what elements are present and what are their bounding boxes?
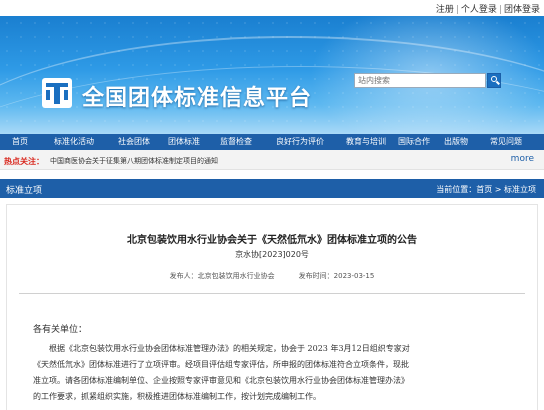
publisher: 北京包装饮用水行业协会 xyxy=(197,272,275,280)
nav-item-social-groups[interactable]: 社会团体 xyxy=(118,136,150,147)
breadcrumb-home[interactable]: 首页 xyxy=(476,185,492,194)
article-meta: 发布人：北京包装饮用水行业协会 发布时间：2023-03-15 xyxy=(7,271,537,281)
article-title: 北京包装饮用水行业协会关于《天然低氘水》团体标准立项的公告 xyxy=(127,235,417,246)
document-number: 京水协[2023]020号 xyxy=(235,250,309,259)
breadcrumb-current[interactable]: 标准立项 xyxy=(504,185,536,194)
nav-item-supervision[interactable]: 监督检查 xyxy=(220,136,252,147)
hot-label: 热点关注： xyxy=(4,157,44,166)
body-line: 的工作要求，抓紧组织实施，积极推进团体标准编制工作，按计划完成编制工作。 xyxy=(33,392,321,401)
more-link[interactable]: more xyxy=(511,154,534,164)
register-link[interactable]: 注册 xyxy=(436,5,454,15)
salutation: 各有关单位： xyxy=(33,325,88,335)
breadcrumb-label: 当前位置： xyxy=(436,185,477,194)
body-line: 准立项。请各团体标准编制单位、企业按照专家评审意见和《北京包装饮用水行业协会团体… xyxy=(33,376,409,385)
separator: | xyxy=(455,5,459,15)
nav-item-good-behavior[interactable]: 良好行为评价 xyxy=(276,136,324,147)
section-header: 标准立项 当前位置：首页 > 标准立项 xyxy=(0,179,544,198)
personal-login-link[interactable]: 个人登录 xyxy=(461,5,497,15)
nav-item-standardization[interactable]: 标准化活动 xyxy=(54,136,94,147)
breadcrumb-separator: > xyxy=(492,185,504,194)
nav-item-faq[interactable]: 常见问题 xyxy=(490,136,522,147)
main-nav: 首页 标准化活动 社会团体 团体标准 监督检查 良好行为评价 教育与培训 国际合… xyxy=(0,134,544,150)
section-title: 标准立项 xyxy=(6,186,43,196)
divider xyxy=(19,293,525,294)
publish-date: 2023-03-15 xyxy=(333,272,375,280)
publisher-label: 发布人： xyxy=(169,272,198,280)
article-panel: 北京包装饮用水行业协会关于《天然低氘水》团体标准立项的公告 京水协[2023]0… xyxy=(6,204,538,410)
body-line: 《天然低氘水》团体标准进行了立项评审。经项目评估组专家评估，所申报的团体标准符合… xyxy=(33,360,409,369)
separator: | xyxy=(498,5,502,15)
breadcrumb: 当前位置：首页 > 标准立项 xyxy=(436,184,536,195)
top-bar: 注册 | 个人登录 | 团体登录 xyxy=(0,0,544,16)
nav-item-group-standards[interactable]: 团体标准 xyxy=(168,136,200,147)
top-links: 注册 | 个人登录 | 团体登录 xyxy=(436,2,540,15)
site-title[interactable]: 全国团体标准信息平台 xyxy=(82,80,312,112)
hot-topics-bar: 热点关注： 中国商医协会关于征集第八期团体标准制定项目的通知 more xyxy=(0,150,544,170)
group-login-link[interactable]: 团体登录 xyxy=(504,5,540,15)
article-body: 各有关单位： 根据《北京包装饮用水行业协会团体标准管理办法》的相关规定，协会于 … xyxy=(33,322,533,405)
nav-item-publications[interactable]: 出版物 xyxy=(444,136,468,147)
date-label: 发布时间： xyxy=(298,272,334,280)
nav-item-home[interactable]: 首页 xyxy=(12,136,28,147)
search-button[interactable] xyxy=(487,73,501,88)
nav-item-education[interactable]: 教育与培训 xyxy=(346,136,386,147)
body-line: 根据《北京包装饮用水行业协会团体标准管理办法》的相关规定，协会于 2023 年3… xyxy=(49,344,410,353)
search-input[interactable] xyxy=(354,73,486,88)
nav-item-international[interactable]: 国际合作 xyxy=(398,136,430,147)
t-logo-icon[interactable] xyxy=(42,78,72,108)
hot-news-link[interactable]: 中国商医协会关于征集第八期团体标准制定项目的通知 xyxy=(50,156,218,166)
